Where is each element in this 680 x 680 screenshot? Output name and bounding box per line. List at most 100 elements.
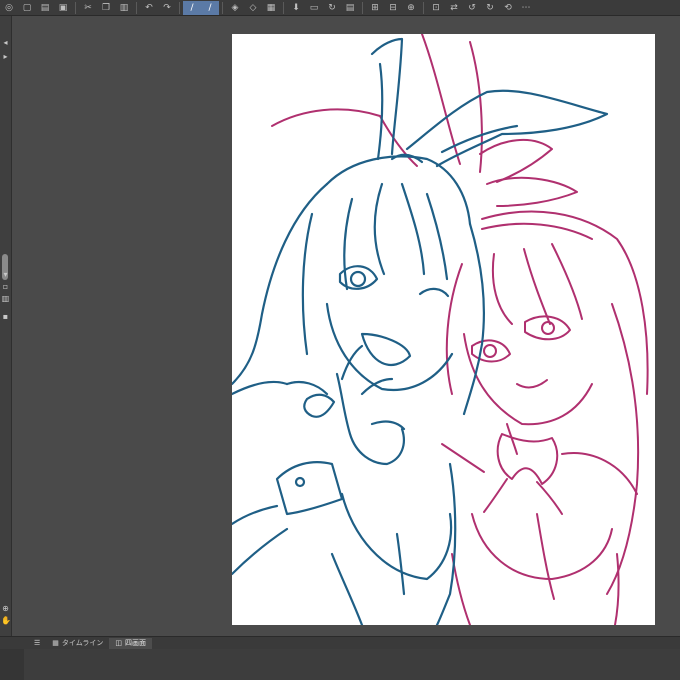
paste-icon[interactable]: ▥: [115, 1, 133, 15]
palette-icon: ◫: [115, 639, 123, 647]
teal-pupil-left: [349, 270, 367, 288]
expand-arrow-icon[interactable]: ▾: [1, 270, 10, 280]
teal-bust-line: [395, 532, 406, 596]
teal-mouth: [360, 332, 412, 367]
magenta-torso-right: [614, 553, 620, 625]
magenta-headband: [481, 222, 593, 240]
teal-shoulder-left: [232, 380, 289, 396]
app-logo-icon[interactable]: ◎: [0, 1, 18, 15]
teal-cuff: [275, 461, 344, 516]
magenta-bust-line: [536, 513, 555, 600]
magenta-eye-left: [471, 339, 511, 363]
magenta-ear-top: [421, 34, 461, 165]
drawing-canvas[interactable]: [232, 34, 655, 625]
magenta-mouth: [516, 379, 548, 389]
toolbar-separator: [222, 1, 223, 14]
teal-hair-left2: [301, 212, 314, 356]
magenta-bowtie: [496, 433, 559, 485]
panel-toggle-icon[interactable]: ▪: [1, 312, 10, 322]
flip-icon[interactable]: ⇄: [445, 1, 463, 15]
teal-bangs-3: [425, 192, 449, 281]
teal-torso-right: [435, 462, 457, 625]
magenta-hair-right: [606, 303, 640, 595]
hand-mini-icon[interactable]: ✋: [1, 616, 11, 626]
teal-arm: [232, 504, 279, 526]
grid-icon[interactable]: ▦: [262, 1, 280, 15]
reset-view-icon[interactable]: ⟲: [499, 1, 517, 15]
toolbar-separator: [362, 1, 363, 14]
bottom-panel-content: [24, 649, 680, 680]
panel-handle-icon[interactable]: ▸: [1, 52, 10, 62]
more-icon[interactable]: ⋯: [517, 1, 535, 15]
snap-icon[interactable]: ⊟: [384, 1, 402, 15]
magenta-pupil-right: [541, 321, 555, 335]
magenta-shoulder-right: [561, 452, 638, 495]
magenta-ear-curl2: [486, 176, 578, 207]
left-tool-strip: ◂ ▸ ▾ ▫ ▥ ▪ ⊕ ✋: [0, 16, 12, 636]
trash-icon[interactable]: ▥: [1, 294, 10, 304]
ruler-icon[interactable]: ⊞: [366, 1, 384, 15]
magenta-ear-right: [469, 41, 483, 173]
panel-icon[interactable]: ▭: [305, 1, 323, 15]
magenta-bangs-1: [491, 253, 513, 325]
undo-icon[interactable]: ↶: [140, 1, 158, 15]
rotate-right-icon[interactable]: ↻: [481, 1, 499, 15]
rotate-icon[interactable]: ↻: [323, 1, 341, 15]
teal-cuff-button: [294, 476, 306, 488]
zoom-icon[interactable]: ⊕: [402, 1, 420, 15]
magenta-face: [463, 333, 593, 426]
magenta-shoulder-left: [441, 443, 485, 473]
brush-tool-icon[interactable]: /: [201, 0, 219, 15]
collapse-handle[interactable]: ☰: [28, 638, 46, 649]
teal-eye-wink: [418, 287, 450, 298]
toolbar-separator: [283, 1, 284, 14]
toolbar-separator: [75, 1, 76, 14]
tab-four-view-label: 四画面: [125, 639, 147, 647]
layer-mini-icon[interactable]: ▫: [1, 282, 10, 292]
teal-arm-lower: [232, 527, 289, 576]
tab-timeline-label: タイムライン: [61, 639, 104, 647]
download-icon[interactable]: ⬇: [287, 1, 305, 15]
teal-finger-3: [370, 420, 406, 431]
teal-collar: [285, 380, 329, 396]
tab-four-view[interactable]: ◫ 四画面: [109, 637, 153, 649]
toolbar-separator: [136, 1, 137, 14]
teal-ear-left-inner: [376, 62, 384, 161]
teal-ear-left: [370, 37, 404, 156]
magenta-hair-left: [445, 263, 463, 395]
rotate-left-icon[interactable]: ↺: [463, 1, 481, 15]
layer-props-icon[interactable]: ◇: [244, 1, 262, 15]
teal-torso-left: [330, 552, 364, 625]
magenta-bow-tails: [483, 478, 563, 515]
toolbar-separator: [423, 1, 424, 14]
save-icon[interactable]: ▣: [54, 1, 72, 15]
cut-icon[interactable]: ✂: [79, 1, 97, 15]
magenta-hair-outer: [481, 210, 649, 395]
copy-icon[interactable]: ❐: [97, 1, 115, 15]
teal-bangs-2: [400, 182, 426, 276]
layers-icon[interactable]: ◈: [226, 1, 244, 15]
collapse-arrow-icon[interactable]: ◂: [1, 38, 10, 48]
new-file-icon[interactable]: ▢: [18, 1, 36, 15]
teal-bangs-1: [373, 182, 386, 276]
menu-icon: ☰: [34, 639, 41, 647]
pen-tool-icon[interactable]: /: [183, 0, 201, 15]
open-folder-icon[interactable]: ▤: [36, 1, 54, 15]
magenta-bangs-3: [551, 243, 583, 320]
lineart-illustration: [232, 34, 649, 625]
timeline-icon: ▦: [52, 639, 59, 647]
teal-bowtie: [303, 393, 336, 418]
magenta-pupil-left: [483, 344, 497, 358]
print-icon[interactable]: ▤: [341, 1, 359, 15]
toolbar-separator: [179, 1, 180, 14]
zoom-mini-icon[interactable]: ⊕: [1, 604, 10, 614]
bottom-tab-bar: ☰ ▦ タイムライン ◫ 四画面: [0, 636, 680, 649]
fit-icon[interactable]: ⊡: [427, 1, 445, 15]
main-toolbar: ◎ ▢ ▤ ▣ ✂ ❐ ▥ ↶ ↷ / / ◈ ◇ ▦ ⬇ ▭ ↻ ▤ ⊞ ⊟ ⊕ ⊡ ⇄ ↺ ↻ ⟲ ⋯: [0, 0, 680, 16]
magenta-bangs-2: [523, 248, 551, 325]
redo-icon[interactable]: ↷: [158, 1, 176, 15]
teal-face: [325, 302, 454, 392]
tab-timeline[interactable]: ▦ タイムライン: [46, 638, 109, 649]
bottom-panel: [0, 649, 680, 680]
magenta-ear-curl: [479, 138, 553, 183]
